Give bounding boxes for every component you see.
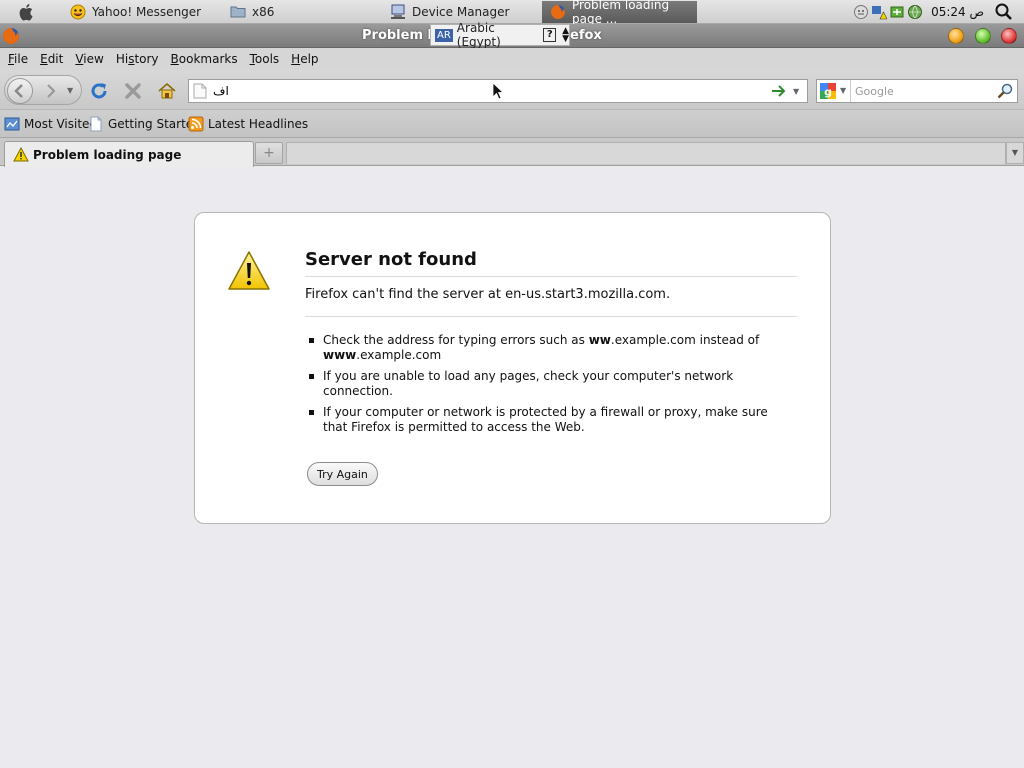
minimize-button[interactable] bbox=[948, 28, 964, 44]
search-engine-selector[interactable]: g ▼ bbox=[817, 80, 851, 102]
google-icon: g bbox=[820, 83, 836, 99]
folder-icon bbox=[230, 6, 246, 18]
page-icon bbox=[90, 116, 102, 132]
engine-dropdown-icon: ▼ bbox=[840, 86, 847, 95]
most-visited-icon bbox=[4, 117, 20, 131]
list-item: If you are unable to load any pages, che… bbox=[305, 369, 775, 399]
home-icon[interactable] bbox=[156, 80, 178, 102]
list-item: Check the address for typing errors such… bbox=[305, 333, 775, 363]
warning-icon bbox=[228, 251, 270, 290]
bookmark-label: Getting Started bbox=[108, 117, 201, 131]
page-favicon-icon bbox=[193, 83, 207, 99]
rss-icon bbox=[188, 116, 204, 132]
bookmarks-toolbar: Most Visited Getting Started Latest Head… bbox=[0, 110, 1024, 138]
back-forward-group: ▼ bbox=[4, 75, 82, 105]
menu-bookmarks[interactable]: Bookmarks bbox=[165, 52, 244, 66]
ime-chevron-icon[interactable]: ▲ ▼ bbox=[562, 27, 569, 44]
back-arrow-icon bbox=[14, 84, 23, 98]
bookmark-label: Most Visited bbox=[24, 117, 98, 131]
history-dropdown-icon[interactable]: ▼ bbox=[67, 86, 73, 95]
error-suggestions: Check the address for typing errors such… bbox=[305, 333, 775, 441]
computer-icon bbox=[391, 4, 405, 19]
bookmark-getting-started[interactable]: Getting Started bbox=[88, 116, 201, 132]
back-button[interactable] bbox=[7, 78, 33, 104]
firefox-window-icon[interactable] bbox=[2, 27, 20, 45]
forward-button[interactable] bbox=[41, 82, 61, 100]
spotlight-search-icon[interactable] bbox=[994, 2, 1014, 22]
window-title-end: efox bbox=[570, 28, 602, 43]
bookmark-latest-headlines[interactable]: Latest Headlines bbox=[188, 116, 308, 132]
url-history-dropdown-icon[interactable]: ▼ bbox=[793, 87, 799, 96]
menu-view[interactable]: View bbox=[69, 52, 109, 66]
ime-language-label: Arabic (Egypt) bbox=[456, 21, 501, 49]
menu-history[interactable]: History bbox=[110, 52, 165, 66]
firefox-icon bbox=[551, 5, 565, 19]
clock[interactable]: 05:24 ص bbox=[931, 5, 984, 19]
new-tab-button[interactable]: + bbox=[255, 142, 283, 164]
error-description: Firefox can't find the server at en-us.s… bbox=[305, 287, 797, 317]
window-title: Problem l bbox=[362, 28, 432, 43]
tab-strip: Problem loading page + ▼ bbox=[0, 138, 1024, 167]
reload-icon[interactable] bbox=[88, 80, 110, 102]
menu-tools[interactable]: Tools bbox=[244, 52, 286, 66]
menu-help[interactable]: Help bbox=[285, 52, 324, 66]
taskbar-label: x86 bbox=[252, 5, 275, 19]
menu-file[interactable]: File bbox=[2, 52, 34, 66]
taskbar-x86-folder[interactable]: x86 bbox=[222, 1, 382, 23]
stop-icon[interactable] bbox=[122, 80, 144, 102]
ime-help-icon[interactable]: ? bbox=[543, 28, 557, 42]
yahoo-smiley-icon bbox=[70, 4, 86, 20]
search-input[interactable] bbox=[855, 82, 995, 100]
warning-icon bbox=[13, 147, 29, 162]
taskbar-yahoo-messenger[interactable]: Yahoo! Messenger bbox=[62, 1, 222, 23]
system-tray: 05:24 ص bbox=[853, 0, 1024, 24]
error-title: Server not found bbox=[305, 249, 797, 277]
bookmark-label: Latest Headlines bbox=[208, 117, 309, 131]
bookmark-most-visited[interactable]: Most Visited bbox=[4, 116, 97, 132]
network-warning-icon[interactable] bbox=[871, 4, 888, 20]
menu-edit[interactable]: Edit bbox=[34, 52, 69, 66]
search-icon[interactable] bbox=[997, 83, 1013, 99]
apple-menu-icon[interactable] bbox=[18, 3, 36, 21]
taskbar-firefox[interactable]: Problem loading page ... bbox=[542, 0, 697, 26]
maximize-button[interactable] bbox=[975, 28, 991, 44]
tab-label: Problem loading page bbox=[33, 147, 182, 162]
page-content: Server not found Firefox can't find the … bbox=[0, 167, 1024, 768]
svg-text:g: g bbox=[824, 86, 832, 99]
menu-bar: File Edit View History Bookmarks Tools H… bbox=[0, 48, 1024, 70]
smiley-status-icon[interactable] bbox=[853, 4, 869, 20]
ime-language-badge: AR bbox=[435, 28, 453, 42]
tab-strip-empty-area bbox=[286, 142, 1006, 164]
input-method-indicator[interactable]: AR Arabic (Egypt) ? ▲ ▼ bbox=[430, 21, 570, 49]
list-item: If your computer or network is protected… bbox=[305, 405, 775, 435]
taskbar-label: Device Manager bbox=[412, 5, 510, 19]
taskbar-label: Yahoo! Messenger bbox=[92, 5, 202, 19]
tab-problem-loading-page[interactable]: Problem loading page bbox=[4, 141, 254, 167]
mouse-pointer-icon bbox=[492, 82, 504, 100]
url-input[interactable] bbox=[213, 82, 753, 100]
try-again-button[interactable]: Try Again bbox=[307, 462, 378, 486]
list-all-tabs-icon[interactable]: ▼ bbox=[1006, 142, 1024, 164]
globe-status-icon[interactable] bbox=[907, 4, 923, 20]
go-arrow-icon[interactable] bbox=[771, 84, 787, 98]
taskbar-device-manager[interactable]: Device Manager bbox=[382, 1, 540, 23]
error-box: Server not found Firefox can't find the … bbox=[194, 212, 831, 524]
taskbar-label: Problem loading page ... bbox=[572, 0, 670, 26]
close-button[interactable] bbox=[1001, 28, 1017, 44]
update-icon[interactable] bbox=[889, 4, 905, 20]
search-bar[interactable]: g ▼ bbox=[816, 79, 1018, 103]
